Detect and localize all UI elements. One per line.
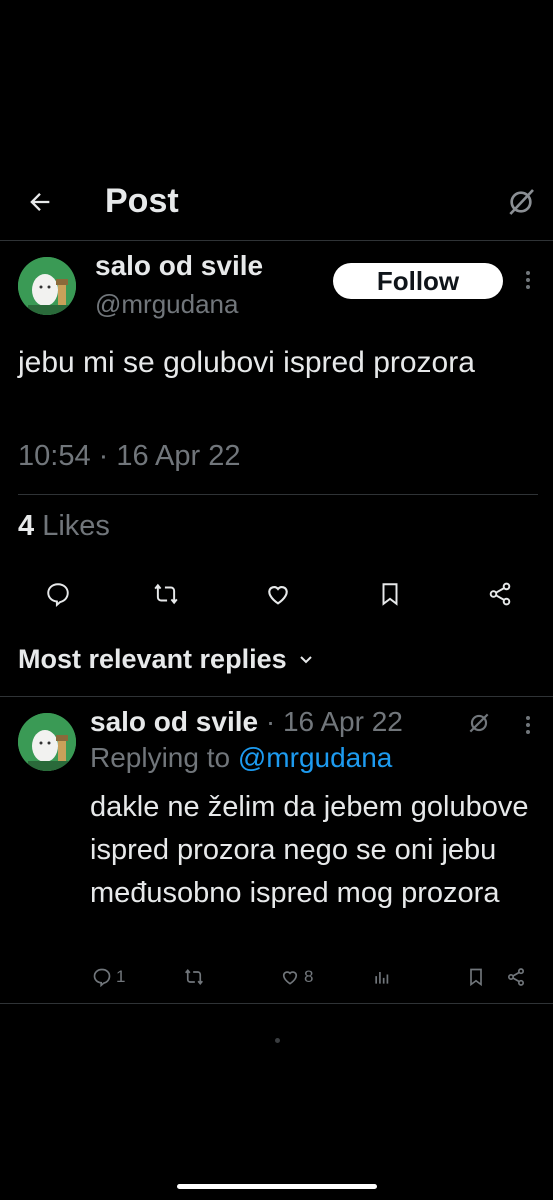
reply-bookmark-button[interactable] [466, 960, 486, 994]
reply-avatar[interactable] [18, 713, 76, 771]
share-icon [489, 582, 511, 606]
like-button[interactable] [258, 574, 298, 614]
replying-to: Replying to @mrgudana [90, 742, 392, 774]
bookmark-button[interactable] [370, 574, 410, 614]
reply-text: dakle ne želim da jebem golubove ispred … [90, 791, 529, 909]
post-text: jebu mi se golubovi ispred prozora [18, 346, 475, 379]
more-icon [526, 716, 530, 734]
divider [0, 696, 553, 697]
bookmark-icon [470, 968, 482, 987]
author-name[interactable]: salo od svile [95, 250, 263, 282]
share-button[interactable] [480, 574, 520, 614]
reply-date[interactable]: · 16 Apr 22 [266, 706, 403, 737]
reply-like-count: 8 [304, 967, 314, 986]
more-button[interactable] [518, 265, 538, 295]
grok-icon [469, 713, 489, 733]
divider [0, 1003, 553, 1004]
reply-meta: salo od svile · 16 Apr 22 [90, 706, 403, 738]
reply-more-button[interactable] [518, 710, 538, 740]
views-icon [375, 972, 389, 984]
action-bar [0, 574, 553, 614]
reply-item[interactable]: salo od svile · 16 Apr 22 Replying to @m… [0, 698, 553, 1003]
replying-mention[interactable]: @mrgudana [238, 742, 393, 773]
reply-icon [47, 583, 69, 607]
like-icon [268, 586, 288, 605]
reply-button[interactable] [38, 574, 78, 614]
reply-views-button[interactable] [372, 960, 392, 994]
back-button[interactable] [22, 184, 58, 220]
top-bar: Post [0, 170, 553, 238]
replies-heading: Most relevant replies [18, 644, 287, 674]
reply-action-bar: 1 8 [0, 960, 553, 994]
reply-like-button[interactable]: 8 [280, 960, 313, 994]
post-header: salo od svile @mrgudana Follow [0, 245, 553, 325]
divider [18, 494, 538, 495]
follow-button[interactable]: Follow [333, 263, 503, 299]
reply-repost-button[interactable] [184, 960, 204, 994]
loading-dot [275, 1038, 280, 1043]
reply-reply-button[interactable]: 1 [92, 960, 125, 994]
reply-share-button[interactable] [506, 960, 526, 994]
likes-count[interactable]: 4 Likes [18, 510, 110, 543]
grok-icon [509, 189, 534, 215]
more-icon [526, 271, 530, 289]
grok-button[interactable] [503, 184, 539, 220]
reply-grok-button[interactable] [466, 710, 492, 741]
reply-reply-count: 1 [116, 967, 126, 986]
likes-number: 4 [18, 510, 35, 542]
bookmark-icon [382, 583, 398, 606]
replies-sort-dropdown[interactable]: Most relevant replies [18, 644, 313, 675]
repost-icon [185, 969, 203, 985]
avatar-image [18, 713, 76, 771]
divider [0, 240, 553, 241]
likes-label: Likes [42, 510, 110, 542]
like-icon [282, 971, 298, 985]
back-arrow-icon [30, 193, 50, 211]
page-title: Post [105, 182, 179, 220]
avatar[interactable] [18, 257, 76, 315]
reply-icon [93, 968, 111, 987]
reply-author-name[interactable]: salo od svile [90, 706, 258, 737]
repost-icon [154, 583, 178, 605]
replying-prefix: Replying to [90, 742, 231, 773]
chevron-down-icon [299, 655, 312, 663]
post-timestamp[interactable]: 10:54 · 16 Apr 22 [18, 440, 241, 473]
home-indicator[interactable] [177, 1184, 377, 1189]
avatar-image [18, 257, 76, 315]
share-icon [508, 968, 524, 986]
repost-button[interactable] [146, 574, 186, 614]
author-handle[interactable]: @mrgudana [95, 289, 238, 320]
